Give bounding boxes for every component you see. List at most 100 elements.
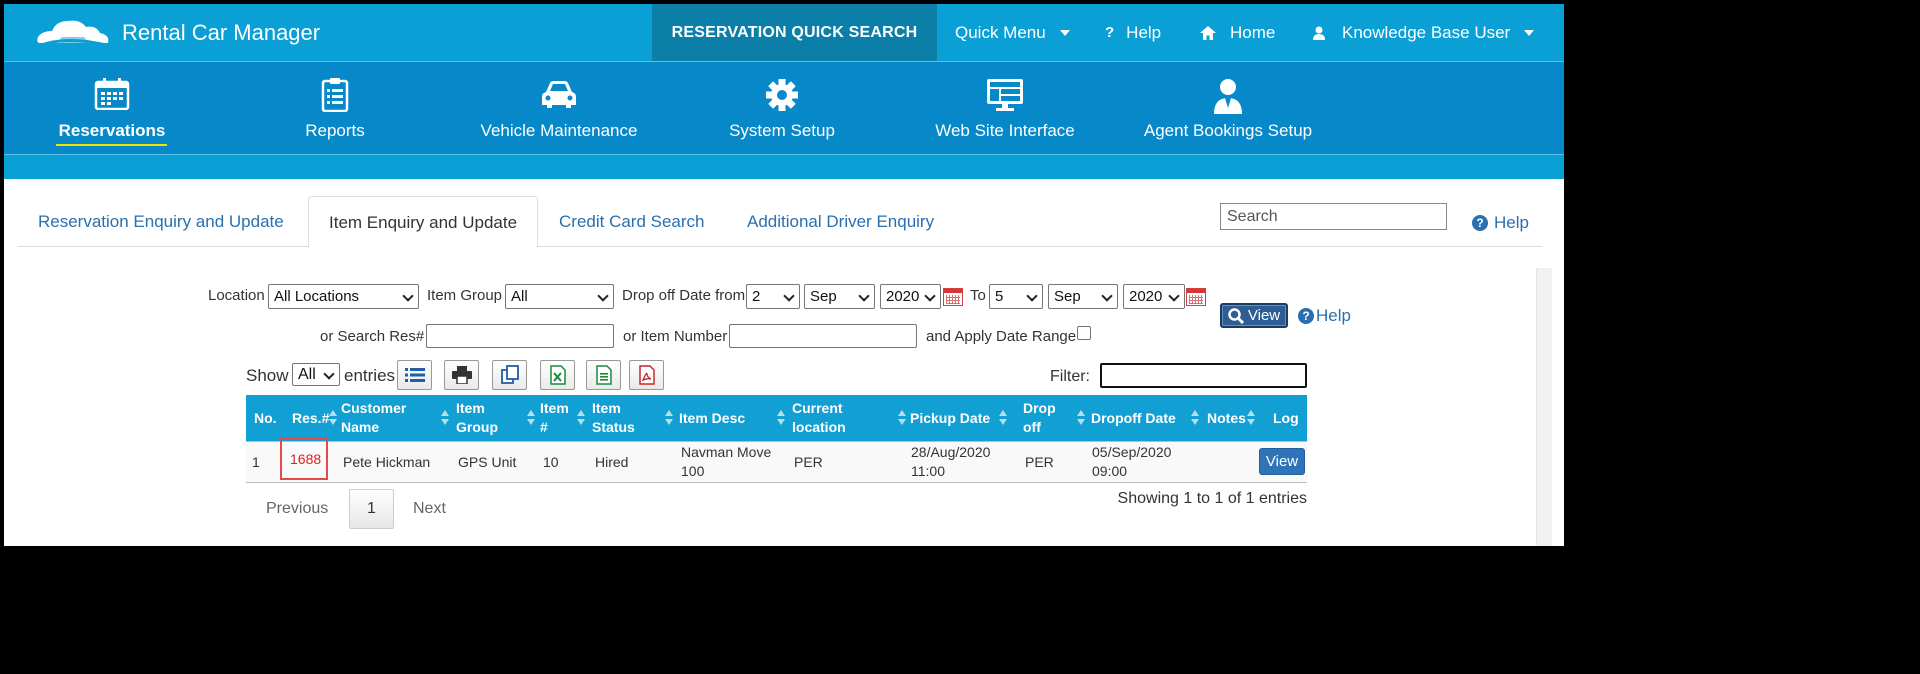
form-help-link[interactable]: ? Help — [1298, 306, 1351, 326]
home-icon — [1200, 25, 1216, 40]
sort-icon[interactable] — [1191, 410, 1199, 426]
location-select[interactable]: All Locations — [268, 284, 419, 309]
module-nav: Reservations Reports Vehicle Maintenance… — [4, 61, 1564, 154]
next-page-button[interactable]: Next — [413, 489, 446, 529]
column-header[interactable]: Item # — [540, 395, 574, 441]
column-visibility-button[interactable] — [397, 360, 432, 390]
sort-icon[interactable] — [1077, 410, 1085, 426]
module-vehicle-maintenance[interactable]: Vehicle Maintenance — [459, 62, 659, 155]
sort-icon[interactable] — [527, 410, 535, 426]
from-month-select[interactable]: Sep — [804, 284, 875, 309]
calendar-icon[interactable] — [1186, 288, 1206, 306]
question-icon: ? — [1105, 24, 1115, 41]
module-web-site-interface[interactable]: Web Site Interface — [905, 62, 1105, 155]
dropoff-from-label: Drop off Date from — [622, 287, 746, 304]
column-header[interactable]: Item Status — [592, 395, 652, 441]
quick-menu-dropdown[interactable]: Quick Menu — [955, 4, 1070, 61]
help-link[interactable]: ? Help — [1105, 4, 1161, 61]
vertical-scrollbar[interactable] — [1536, 268, 1552, 546]
chevron-down-icon — [783, 290, 795, 302]
search-input[interactable] — [1220, 203, 1447, 230]
home-link[interactable]: Home — [1200, 4, 1275, 61]
module-reservations[interactable]: Reservations — [12, 62, 212, 155]
search-res-input[interactable] — [426, 324, 614, 348]
module-agent-bookings-setup[interactable]: Agent Bookings Setup — [1128, 62, 1328, 155]
chevron-down-icon — [1101, 290, 1113, 302]
column-header[interactable]: Customer Name — [341, 395, 441, 441]
cell-item-number: 10 — [543, 453, 559, 470]
sort-icon[interactable] — [1247, 410, 1255, 426]
csv-export-button[interactable] — [586, 360, 621, 390]
to-day-select[interactable]: 5 — [989, 284, 1043, 309]
column-header[interactable]: Drop off — [1023, 395, 1063, 441]
print-button[interactable] — [444, 360, 479, 390]
column-header[interactable]: Notes — [1207, 395, 1246, 441]
gear-icon — [766, 79, 798, 111]
to-month-select[interactable]: Sep — [1048, 284, 1118, 309]
module-label: Vehicle Maintenance — [480, 121, 638, 140]
reservation-quick-search-button[interactable]: RESERVATION QUICK SEARCH — [652, 4, 937, 61]
log-view-button[interactable]: View — [1259, 448, 1305, 475]
monitor-icon — [987, 79, 1023, 111]
tab-additional-driver-enquiry[interactable]: Additional Driver Enquiry — [727, 196, 954, 247]
table-row: 1 1688 Pete Hickman GPS Unit 10 Hired Na… — [246, 437, 1307, 483]
filter-input[interactable] — [1100, 363, 1307, 388]
sort-icon[interactable] — [898, 410, 906, 426]
sort-icon[interactable] — [441, 410, 449, 426]
calendar-icon[interactable] — [943, 288, 963, 306]
from-day-select[interactable]: 2 — [746, 284, 800, 309]
module-reports[interactable]: Reports — [235, 62, 435, 155]
filter-label: Filter: — [1050, 368, 1090, 385]
page-button[interactable]: 1 — [349, 489, 394, 529]
excel-export-button[interactable] — [540, 360, 575, 390]
sort-icon[interactable] — [777, 410, 785, 426]
module-label: Reservations — [58, 121, 166, 140]
tab-credit-card-search[interactable]: Credit Card Search — [539, 196, 725, 247]
user-menu-dropdown[interactable]: Knowledge Base User — [1313, 4, 1535, 61]
from-month-value: Sep — [810, 288, 837, 305]
column-header[interactable]: Pickup Date — [910, 395, 990, 441]
column-header[interactable]: No. — [254, 395, 277, 441]
entries-label: entries — [344, 366, 396, 385]
module-label: Agent Bookings Setup — [1143, 121, 1313, 140]
from-day-value: 2 — [752, 288, 761, 305]
chevron-down-icon — [924, 290, 936, 302]
column-list-icon — [404, 368, 425, 382]
column-header[interactable]: Item Desc — [679, 395, 745, 441]
module-label: Web Site Interface — [935, 121, 1075, 140]
search-res-label: or Search Res# — [320, 328, 425, 345]
column-header[interactable]: Item Group — [456, 395, 516, 441]
help-link[interactable]: ? Help — [1472, 213, 1529, 233]
item-group-select[interactable]: All — [505, 284, 614, 309]
to-year-select[interactable]: 2020 — [1123, 284, 1185, 309]
module-system-setup[interactable]: System Setup — [682, 62, 882, 155]
column-header[interactable]: Current location — [792, 395, 882, 441]
from-year-select[interactable]: 2020 — [880, 284, 941, 309]
show-entries-select[interactable]: All — [292, 363, 340, 386]
tab-item-enquiry[interactable]: Item Enquiry and Update — [308, 196, 539, 248]
cell-customer: Pete Hickman — [343, 453, 431, 470]
sort-icon[interactable] — [577, 410, 585, 426]
sort-icon[interactable] — [665, 410, 673, 426]
column-header[interactable]: Dropoff Date — [1091, 395, 1176, 441]
pdf-export-button[interactable] — [629, 360, 664, 390]
copy-button[interactable] — [492, 360, 527, 390]
module-label: Reports — [305, 121, 365, 140]
reservation-link[interactable]: 1688 — [290, 439, 321, 479]
column-header[interactable]: Res.# — [292, 395, 329, 441]
clipboard-checklist-icon — [321, 78, 349, 112]
tab-reservation-enquiry[interactable]: Reservation Enquiry and Update — [18, 196, 304, 247]
item-group-label: Item Group — [427, 287, 503, 304]
to-label: To — [970, 287, 986, 304]
brand[interactable]: Rental Car Manager — [34, 4, 320, 61]
excel-icon — [549, 365, 566, 385]
previous-page-button[interactable]: Previous — [266, 489, 328, 529]
location-value: All Locations — [274, 288, 360, 305]
sort-icon[interactable] — [999, 410, 1007, 426]
apply-date-range-checkbox[interactable] — [1077, 326, 1091, 340]
quick-menu-label: Quick Menu — [955, 22, 1046, 42]
sort-icon[interactable] — [329, 410, 337, 426]
chevron-down-icon — [1168, 290, 1180, 302]
view-button[interactable]: View — [1220, 303, 1288, 328]
item-number-input[interactable] — [729, 324, 917, 348]
